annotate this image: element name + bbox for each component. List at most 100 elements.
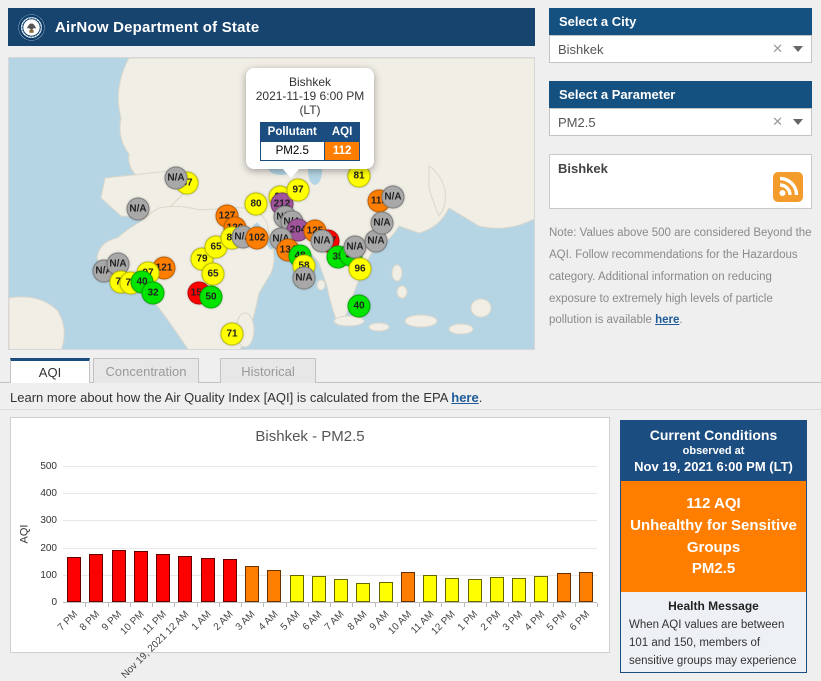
aqi-bar[interactable] (89, 554, 103, 602)
aqi-bar[interactable] (401, 572, 415, 602)
x-tick (575, 603, 576, 607)
aqi-bar[interactable] (468, 579, 482, 602)
aqi-map-marker[interactable]: 50 (200, 286, 223, 309)
current-conditions-header: Current Conditions observed at Nov 19, 2… (621, 421, 806, 481)
aqi-bar[interactable] (379, 582, 393, 602)
aqi-map-marker[interactable]: 80 (245, 193, 268, 216)
y-axis-label: AQI (18, 525, 30, 544)
parameter-select[interactable]: PM2.5 ✕ (549, 108, 812, 136)
aqi-bar[interactable] (134, 551, 148, 602)
note-here-link[interactable]: here (655, 314, 679, 326)
x-tick (375, 603, 376, 607)
aqi-map-marker[interactable]: 65 (202, 263, 225, 286)
aqi-bar[interactable] (334, 579, 348, 602)
aqi-value-line: 112 AQI (627, 493, 800, 515)
gridline (63, 493, 597, 494)
aqi-bar[interactable] (579, 572, 593, 602)
aqi-map-marker[interactable]: N/A (382, 186, 405, 209)
tab-concentration[interactable]: Concentration (93, 358, 199, 383)
x-tick (263, 603, 264, 607)
aqi-bar[interactable] (490, 577, 504, 602)
aqi-map-marker[interactable]: N/A (165, 167, 188, 190)
x-tick (530, 603, 531, 607)
aqi-bar[interactable] (557, 573, 571, 602)
x-tick (286, 603, 287, 607)
aqi-map-marker[interactable]: 40 (348, 295, 371, 318)
aqi-bar[interactable] (156, 554, 170, 602)
x-tick (597, 603, 598, 607)
chevron-down-icon[interactable] (793, 119, 803, 125)
select-city-header: Select a City (549, 8, 812, 35)
x-tick (152, 603, 153, 607)
gridline (63, 520, 597, 521)
aqi-bar[interactable] (534, 576, 548, 602)
aqi-bar[interactable] (312, 576, 326, 602)
aqi-bar[interactable] (423, 575, 437, 602)
chart-title: Bishkek - PM2.5 (11, 428, 609, 445)
x-tick (308, 603, 309, 607)
view-tabs: AQIConcentration Historical (10, 358, 316, 383)
x-tick (241, 603, 242, 607)
aqi-bar[interactable] (67, 557, 81, 602)
aqi-bar[interactable] (245, 566, 259, 602)
x-tick (108, 603, 109, 607)
aqi-bar[interactable] (356, 583, 370, 602)
clear-parameter-icon[interactable]: ✕ (772, 114, 783, 130)
aqi-map-marker[interactable]: 96 (349, 258, 372, 281)
popup-city: Bishkek (252, 75, 368, 89)
x-tick (419, 603, 420, 607)
aqi-map-marker[interactable]: 71 (221, 323, 244, 346)
section-divider (0, 409, 821, 410)
x-tick (352, 603, 353, 607)
x-tick (174, 603, 175, 607)
health-message-section: Health Message When AQI values are betwe… (621, 592, 806, 673)
x-tick (508, 603, 509, 607)
epa-here-link[interactable]: here (451, 390, 478, 405)
x-tick (397, 603, 398, 607)
observed-at-label: observed at (625, 445, 802, 457)
city-select-value: Bishkek (558, 42, 772, 57)
city-select[interactable]: Bishkek ✕ (549, 35, 812, 63)
aqi-map-marker[interactable]: 32 (142, 282, 165, 305)
aqi-bar[interactable] (290, 575, 304, 602)
aqi-map-marker[interactable]: N/A (344, 236, 367, 259)
tab-aqi[interactable]: AQI (10, 358, 90, 383)
department-of-state-seal-icon (18, 14, 45, 41)
rss-feed-box: Bishkek (549, 154, 812, 209)
y-tick-label: 100 (19, 570, 57, 581)
world-aqi-map[interactable]: N/A57N/AN/AN/A12197747340321555071796565… (8, 57, 535, 350)
aqi-map-marker[interactable]: N/A (371, 212, 394, 235)
aqi-bar[interactable] (445, 578, 459, 602)
tab-historical[interactable]: Historical (220, 358, 316, 383)
aqi-category-line: Unhealthy for Sensitive Groups (627, 515, 800, 559)
aqi-bar[interactable] (512, 578, 526, 602)
app-header: AirNow Department of State (8, 8, 535, 46)
rss-icon[interactable] (773, 172, 803, 202)
x-tick (553, 603, 554, 607)
aqi-bar[interactable] (223, 559, 237, 602)
aqi-bar[interactable] (201, 558, 215, 602)
rss-city-title: Bishkek (558, 161, 608, 202)
aqi-map-marker[interactable]: 102 (246, 227, 269, 250)
app-title: AirNow Department of State (55, 19, 259, 36)
map-popup: Bishkek 2021-11-19 6:00 PM (LT) Pollutan… (246, 68, 374, 169)
aqi-bar[interactable] (178, 556, 192, 602)
x-tick (441, 603, 442, 607)
x-tick (486, 603, 487, 607)
aqi-bar[interactable] (112, 550, 126, 602)
aqi-map-marker[interactable]: 97 (287, 179, 310, 202)
aqi-map-marker[interactable]: N/A (127, 198, 150, 221)
chevron-down-icon[interactable] (793, 46, 803, 52)
y-tick-label: 0 (19, 597, 57, 608)
aqi-bar[interactable] (267, 570, 281, 602)
select-parameter-header: Select a Parameter (549, 81, 812, 108)
y-tick-label: 200 (19, 543, 57, 554)
gridline (63, 548, 597, 549)
aqi-map-marker[interactable]: N/A (293, 267, 316, 290)
current-conditions-panel: Current Conditions observed at Nov 19, 2… (620, 420, 807, 673)
popup-timezone: (LT) (252, 103, 368, 117)
clear-city-icon[interactable]: ✕ (772, 41, 783, 57)
aqi-status-badge: 112 AQI Unhealthy for Sensitive Groups P… (621, 481, 806, 592)
parameter-select-value: PM2.5 (558, 115, 772, 130)
popup-table: Pollutant AQI PM2.5 112 (260, 122, 361, 161)
